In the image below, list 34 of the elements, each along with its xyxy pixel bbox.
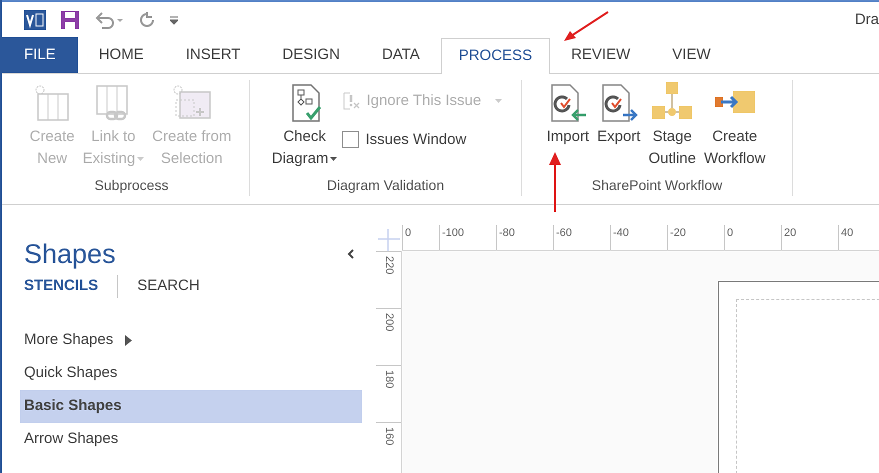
panel-tab[interactable]: STENCILS bbox=[24, 275, 118, 298]
stencil-item[interactable]: More Shapes bbox=[20, 324, 362, 356]
ribbon-button[interactable]: Export bbox=[594, 80, 644, 148]
ribbon-tab[interactable]: REVIEW bbox=[550, 37, 652, 73]
annotation-arrow bbox=[548, 152, 562, 214]
save-icon[interactable] bbox=[60, 10, 80, 30]
customize-toolbar-icon[interactable] bbox=[170, 15, 178, 25]
ribbon-tab[interactable]: PROCESS bbox=[440, 38, 550, 74]
ribbon-button[interactable]: Create Workflow bbox=[701, 80, 768, 170]
stencil-item[interactable]: Arrow Shapes bbox=[20, 422, 362, 456]
file-tab[interactable]: FILE bbox=[2, 37, 78, 73]
ribbon-tab[interactable]: VIEW bbox=[651, 37, 732, 73]
collapse-icon[interactable] bbox=[347, 249, 354, 259]
ribbon-tab[interactable]: INSERT bbox=[164, 37, 262, 73]
ribbon-group-label: SharePoint Workflow bbox=[592, 176, 722, 195]
app-logo-icon bbox=[24, 10, 46, 30]
redo-icon[interactable] bbox=[138, 11, 156, 29]
ribbon-button[interactable]: Import bbox=[544, 80, 592, 148]
ribbon-tab[interactable]: DESIGN bbox=[261, 37, 361, 73]
stencil-item[interactable]: Basic Shapes bbox=[20, 390, 362, 422]
stencil-item[interactable]: Quick Shapes bbox=[20, 356, 362, 390]
ribbon-button[interactable]: Check Diagram bbox=[268, 80, 340, 170]
ribbon-group-label: Subprocess bbox=[94, 176, 168, 195]
panel-title: Shapes bbox=[24, 239, 116, 269]
ignore-issue-icon bbox=[342, 91, 362, 112]
ribbon-tab[interactable]: DATA bbox=[360, 37, 441, 73]
undo-icon[interactable] bbox=[94, 11, 124, 29]
ribbon-tab[interactable]: HOME bbox=[78, 37, 165, 73]
window-title: Dra bbox=[854, 10, 879, 30]
issues-window-checkbox[interactable]: Issues Window bbox=[342, 128, 502, 151]
panel-tab[interactable]: SEARCH bbox=[117, 275, 200, 298]
ribbon-group-label: Diagram Validation bbox=[326, 176, 444, 195]
submenu-arrow-icon bbox=[125, 334, 132, 346]
ribbon-button[interactable]: Stage Outline bbox=[645, 80, 699, 170]
